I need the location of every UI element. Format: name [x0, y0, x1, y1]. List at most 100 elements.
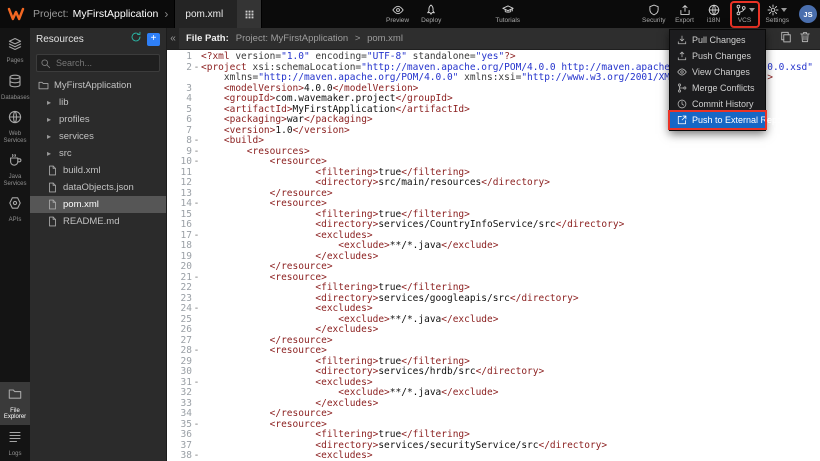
sidebar-item-pages[interactable]: Pages: [0, 32, 30, 69]
menu-item-push-changes[interactable]: Push Changes: [670, 48, 765, 64]
code-line: 38- <excludes>: [167, 451, 820, 461]
fold-marker[interactable]: -: [192, 63, 201, 84]
filepath-label: File Path:: [186, 33, 229, 44]
fold-marker[interactable]: [192, 241, 201, 252]
fold-marker[interactable]: [192, 105, 201, 116]
fold-marker[interactable]: [192, 262, 201, 273]
security-button[interactable]: Security: [639, 0, 668, 28]
fold-marker[interactable]: [192, 52, 201, 63]
copy-file-button[interactable]: [780, 30, 792, 48]
user-avatar[interactable]: JS: [799, 5, 817, 23]
collapse-panel-button[interactable]: «: [167, 28, 179, 49]
refresh-icon: [130, 30, 142, 48]
gear-icon: [767, 4, 779, 16]
menu-item-push-to-external-repo[interactable]: Push to External Repo: [670, 112, 765, 128]
globe-icon: [8, 110, 22, 129]
left-rail: PagesDatabasesWeb ServicesJava ServicesA…: [0, 28, 30, 461]
export-button[interactable]: Export: [672, 0, 698, 28]
tree-file-pom-xml[interactable]: pom.xml: [30, 196, 166, 213]
fold-marker[interactable]: [192, 325, 201, 336]
fold-marker[interactable]: [192, 115, 201, 126]
gutter: 24-: [167, 304, 201, 315]
fold-marker[interactable]: -: [192, 378, 201, 389]
settings-button[interactable]: Settings: [763, 0, 793, 28]
sidebar-item-web-services[interactable]: Web Services: [0, 105, 30, 148]
search-box: [36, 53, 160, 72]
deploy-button[interactable]: Deploy: [418, 0, 444, 28]
grid-icon[interactable]: [237, 0, 261, 28]
project-title: Project: MyFirstApplication: [33, 8, 158, 20]
search-icon: [40, 56, 51, 74]
file-icon: [47, 199, 58, 210]
fold-marker[interactable]: [192, 409, 201, 420]
tree-file-dataobjects-json[interactable]: dataObjects.json: [30, 179, 166, 196]
fold-marker[interactable]: [192, 315, 201, 326]
fold-marker[interactable]: -: [192, 157, 201, 168]
menu-item-view-changes[interactable]: View Changes: [670, 64, 765, 80]
tree-folder-src[interactable]: ▸src: [30, 145, 166, 162]
clock-icon: [677, 99, 687, 109]
refresh-button[interactable]: [130, 30, 142, 48]
fold-marker[interactable]: -: [192, 346, 201, 357]
caret-right-icon: ▸: [47, 98, 54, 107]
fold-marker[interactable]: [192, 252, 201, 263]
filepath-file: pom.xml: [367, 33, 403, 44]
rocket-icon: [425, 4, 437, 16]
fold-marker[interactable]: [192, 220, 201, 231]
fold-marker[interactable]: [192, 94, 201, 105]
resources-panel: Resources + MyFirstApplication▸lib▸profi…: [30, 28, 167, 461]
fold-marker[interactable]: [192, 399, 201, 410]
coffee-icon: [8, 153, 22, 172]
fold-marker[interactable]: [192, 168, 201, 179]
fold-marker[interactable]: -: [192, 304, 201, 315]
gutter: 1: [167, 52, 201, 63]
fold-marker[interactable]: [192, 210, 201, 221]
tree-folder-services[interactable]: ▸services: [30, 128, 166, 145]
fold-marker[interactable]: [192, 283, 201, 294]
sidebar-item-file-explorer[interactable]: File Explorer: [0, 382, 30, 425]
tree-folder-profiles[interactable]: ▸profiles: [30, 111, 166, 128]
sidebar-item-apis[interactable]: APIs: [0, 191, 30, 228]
delete-file-button[interactable]: [799, 30, 811, 48]
tab-pom-xml[interactable]: pom.xml: [174, 0, 262, 28]
trash-icon: [799, 30, 811, 48]
tutorials-button[interactable]: Tutorials: [492, 0, 523, 28]
eye-icon: [392, 4, 404, 16]
tree-folder-myfirstapplication[interactable]: MyFirstApplication: [30, 77, 166, 94]
tree-file-build-xml[interactable]: build.xml: [30, 162, 166, 179]
merge-icon: [677, 83, 687, 93]
fold-marker[interactable]: [192, 84, 201, 95]
sidebar-item-java-services[interactable]: Java Services: [0, 148, 30, 191]
menu-item-pull-changes[interactable]: Pull Changes: [670, 32, 765, 48]
eye-icon: [677, 67, 687, 77]
menu-item-commit-history[interactable]: Commit History: [670, 96, 765, 112]
fold-marker[interactable]: -: [192, 231, 201, 242]
sidebar-item-databases[interactable]: Databases: [0, 69, 30, 106]
tree-file-readme-md[interactable]: README.md: [30, 213, 166, 230]
preview-button[interactable]: Preview: [383, 0, 412, 28]
filepath-separator: >: [355, 33, 361, 44]
fold-marker[interactable]: -: [192, 199, 201, 210]
fold-marker[interactable]: [192, 357, 201, 368]
fold-marker[interactable]: -: [192, 273, 201, 284]
folder-icon: [8, 387, 22, 406]
search-input[interactable]: [36, 54, 160, 72]
fold-marker[interactable]: -: [192, 420, 201, 431]
i18n-button[interactable]: i18N: [701, 0, 727, 28]
fold-marker[interactable]: -: [192, 136, 201, 147]
menu-item-merge-conflicts[interactable]: Merge Conflicts: [670, 80, 765, 96]
gutter: 28-: [167, 346, 201, 357]
fold-marker[interactable]: [192, 388, 201, 399]
project-name: MyFirstApplication: [73, 8, 159, 20]
add-resource-button[interactable]: +: [147, 33, 160, 46]
sidebar-item-logs[interactable]: Logs: [0, 425, 30, 461]
fold-marker[interactable]: [192, 430, 201, 441]
tree-folder-lib[interactable]: ▸lib: [30, 94, 166, 111]
wavemaker-logo-icon[interactable]: [7, 5, 25, 23]
preview-label: Preview: [386, 17, 409, 24]
fold-marker[interactable]: [192, 178, 201, 189]
fold-marker[interactable]: -: [192, 451, 201, 461]
fold-marker[interactable]: [192, 367, 201, 378]
security-label: Security: [642, 17, 665, 24]
vcs-button[interactable]: VCS: [730, 1, 760, 28]
